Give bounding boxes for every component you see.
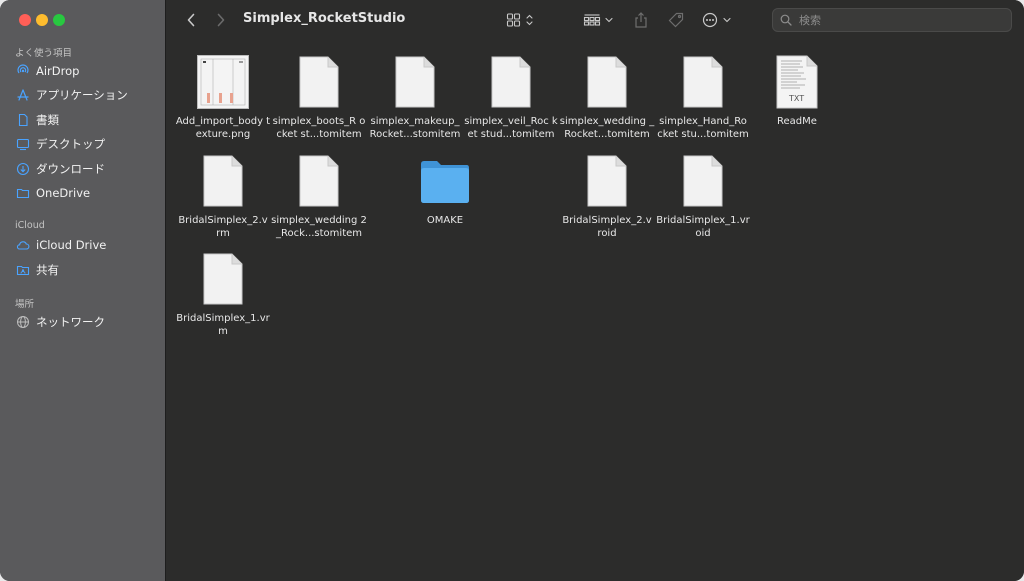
document-icon (175, 251, 271, 307)
file-name: simplex_wedding _Rocket...tomitem (559, 116, 655, 140)
file-name: BridalSimplex_2.v roid (562, 215, 652, 239)
sidebar-item-onedrive[interactable]: OneDrive (16, 183, 90, 203)
tag-button[interactable] (666, 11, 686, 29)
file-item[interactable]: simplex_Hand_Ro cket stu...tomitem (655, 54, 751, 141)
document-icon (271, 153, 367, 209)
file-item[interactable]: simplex_wedding 2_Rock...stomitem (271, 153, 367, 240)
close-window-button[interactable] (19, 14, 31, 26)
sidebar-section-icloud: iCloud (15, 220, 45, 231)
file-name: simplex_veil_Roc ket stud...tomitem (464, 116, 558, 140)
sidebar-item-label: iCloud Drive (36, 238, 107, 252)
group-grid-icon (583, 12, 615, 28)
download-icon (16, 162, 30, 176)
group-button[interactable] (583, 11, 615, 29)
window-title: Simplex_RocketStudio (243, 11, 406, 26)
file-name: BridalSimplex_2.v rm (178, 215, 268, 239)
file-item[interactable]: TXT ReadMe (749, 54, 845, 128)
forward-button[interactable] (213, 11, 229, 29)
sidebar-item-label: 書類 (36, 113, 59, 127)
folder-icon (16, 186, 30, 200)
sidebar-item-shared[interactable]: 共有 (16, 260, 59, 280)
share-icon (633, 11, 649, 29)
txt-badge: TXT (789, 94, 805, 103)
finder-window: よく使う項目 AirDrop アプリケーション 書類 デスクトップ ダウンロード… (0, 0, 1024, 581)
sidebar-section-places: 場所 (15, 299, 35, 310)
applications-icon (16, 88, 30, 102)
file-name: simplex_makeup_ Rocket...stomitem (369, 116, 461, 140)
tag-icon (667, 11, 685, 29)
folder-name: OMAKE (426, 215, 464, 226)
chevron-left-icon (186, 13, 196, 27)
file-name: simplex_boots_R ocket st...tomitem (272, 116, 366, 140)
search-input[interactable] (797, 12, 991, 28)
airdrop-icon (16, 64, 30, 78)
document-icon (271, 54, 367, 110)
minimize-window-button[interactable] (36, 14, 48, 26)
file-name: simplex_wedding 2_Rock...stomitem (271, 215, 367, 239)
file-name: simplex_Hand_Ro cket stu...tomitem (657, 116, 749, 140)
main-content: Simplex_RocketStudio 検索 Add_import_body … (166, 0, 1024, 581)
file-name: BridalSimplex_1.vr oid (656, 215, 750, 239)
file-item[interactable]: simplex_veil_Roc ket stud...tomitem (463, 54, 559, 141)
sidebar-item-label: AirDrop (36, 64, 80, 78)
document-icon (559, 54, 655, 110)
back-button[interactable] (183, 11, 199, 29)
ellipsis-circle-icon (701, 12, 735, 28)
file-item[interactable]: simplex_wedding _Rocket...tomitem (559, 54, 655, 141)
sidebar-item-label: ネットワーク (36, 315, 105, 329)
file-name: BridalSimplex_1.vr m (176, 313, 270, 337)
document-icon (559, 153, 655, 209)
file-item[interactable]: BridalSimplex_1.vr m (175, 251, 271, 338)
file-item[interactable]: BridalSimplex_2.v roid (559, 153, 655, 240)
shared-folder-icon (16, 263, 30, 277)
search-field[interactable] (772, 8, 1012, 32)
sidebar-item-network[interactable]: ネットワーク (16, 312, 105, 332)
file-item[interactable]: BridalSimplex_2.v rm (175, 153, 271, 240)
network-icon (16, 315, 30, 329)
file-item[interactable]: Add_import_body texture.png (175, 54, 271, 141)
sidebar-item-label: OneDrive (36, 186, 91, 200)
document-icon (16, 113, 30, 127)
view-mode-button[interactable] (506, 11, 538, 29)
sidebar-item-desktop[interactable]: デスクトップ (16, 134, 105, 154)
document-icon (175, 153, 271, 209)
sidebar-item-label: デスクトップ (36, 137, 105, 151)
sidebar-item-documents[interactable]: 書類 (16, 110, 59, 130)
sidebar: よく使う項目 AirDrop アプリケーション 書類 デスクトップ ダウンロード… (0, 0, 166, 581)
file-item[interactable]: simplex_makeup_ Rocket...stomitem (367, 54, 463, 141)
document-icon (655, 54, 751, 110)
file-name: Add_import_body texture.png (175, 116, 271, 140)
desktop-icon (16, 137, 30, 151)
sidebar-item-label: 共有 (36, 263, 59, 277)
text-file-icon: TXT (749, 54, 845, 110)
file-name: ReadMe (777, 116, 817, 127)
folder-icon (397, 153, 493, 209)
document-icon (367, 54, 463, 110)
sidebar-item-airdrop[interactable]: AirDrop (16, 61, 79, 81)
sidebar-item-icloud-drive[interactable]: iCloud Drive (16, 235, 106, 255)
zoom-window-button[interactable] (53, 14, 65, 26)
file-item[interactable]: simplex_boots_R ocket st...tomitem (271, 54, 367, 141)
document-icon (655, 153, 751, 209)
chevron-right-icon (216, 13, 226, 27)
sidebar-section-favorites: よく使う項目 (15, 48, 73, 59)
cloud-icon (16, 238, 30, 252)
share-button[interactable] (632, 10, 650, 30)
document-icon (463, 54, 559, 110)
icon-grid-icon (506, 12, 538, 28)
sidebar-item-downloads[interactable]: ダウンロード (16, 159, 105, 179)
search-icon (780, 11, 792, 30)
file-item[interactable]: BridalSimplex_1.vr oid (655, 153, 751, 240)
sidebar-item-applications[interactable]: アプリケーション (16, 85, 128, 105)
action-menu-button[interactable] (701, 11, 735, 29)
png-thumbnail (175, 54, 271, 110)
sidebar-item-label: アプリケーション (36, 88, 128, 102)
sidebar-item-label: ダウンロード (36, 162, 105, 176)
toolbar: Simplex_RocketStudio (166, 0, 1024, 40)
folder-item[interactable]: OMAKE (397, 153, 493, 227)
